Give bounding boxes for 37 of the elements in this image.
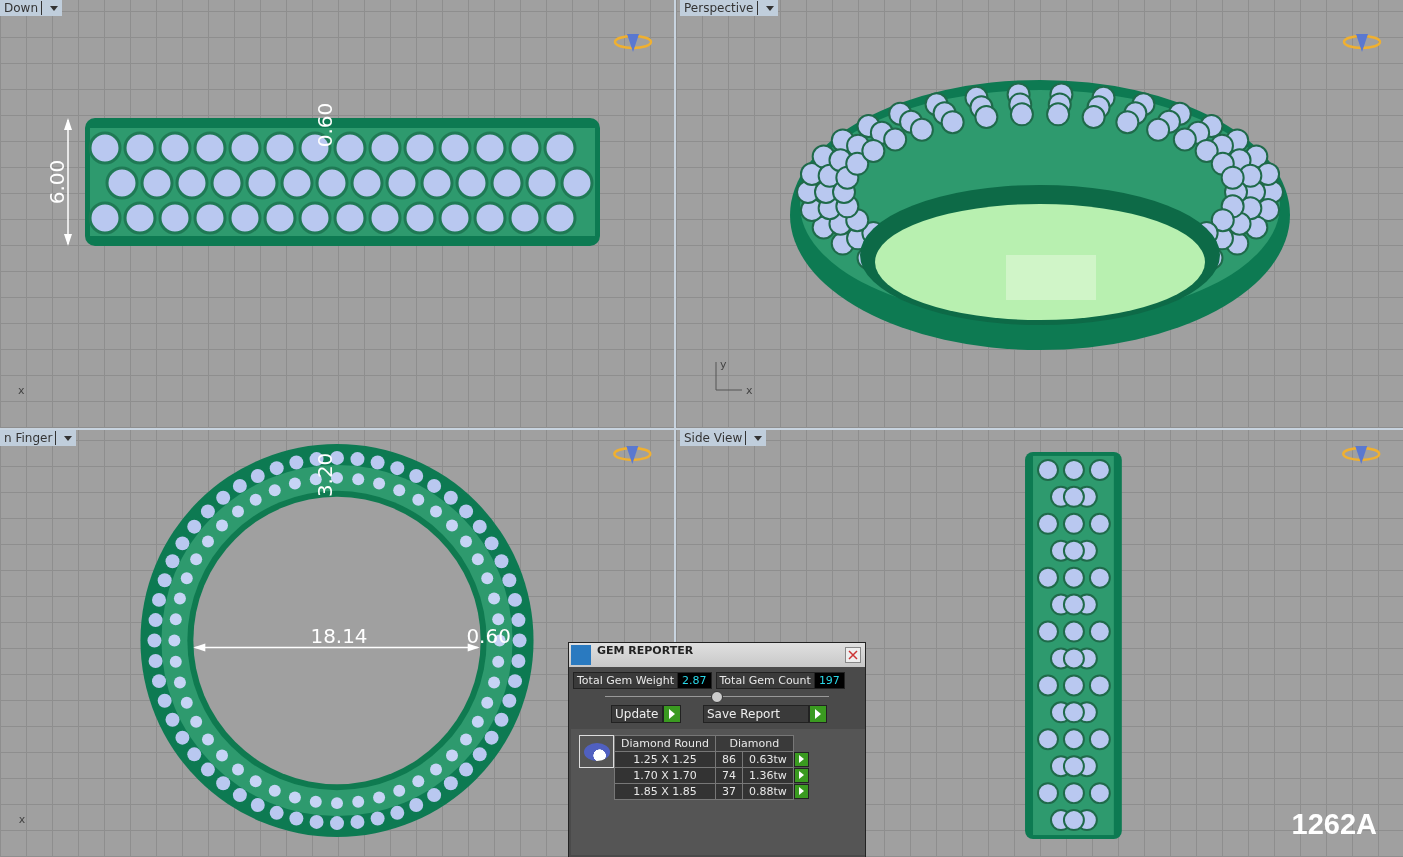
ring-icon	[1342, 445, 1381, 464]
axis-icon	[715, 361, 743, 391]
ring-icon	[1342, 34, 1382, 52]
stat-label: Total Gem Weight	[574, 673, 678, 688]
caret-icon[interactable]	[754, 435, 763, 441]
action-button[interactable]: Save Report	[703, 705, 809, 723]
dimension-label: 0.60	[313, 102, 337, 148]
action-button[interactable]: Update	[611, 705, 663, 723]
axis-label: x	[746, 384, 753, 397]
stat-label: Total Gem Count	[716, 673, 815, 688]
caret-icon[interactable]	[765, 5, 774, 11]
stat-value: 197	[814, 673, 844, 688]
column-header: Diamond	[715, 735, 794, 752]
gem-icon	[579, 735, 614, 768]
dimension-label: 3.20	[313, 452, 337, 498]
dimension-label: 6.00	[45, 159, 69, 205]
model-code: 1262A	[1291, 808, 1377, 841]
dimension-label: 0.60	[466, 624, 511, 649]
viewport-tab[interactable]: n Finger	[0, 430, 77, 446]
axis-label: x	[18, 813, 26, 827]
axis-label: y	[720, 358, 727, 371]
column-header: Diamond Round	[614, 735, 716, 752]
viewport-canvas[interactable]: Down 6.00 0.60 x	[0, 0, 674, 428]
close-button[interactable]	[845, 647, 861, 663]
play-icon[interactable]	[663, 705, 681, 723]
caret-icon[interactable]	[64, 435, 73, 441]
stat-value: 2.87	[678, 673, 711, 688]
viewport-tab[interactable]: Side View	[680, 430, 767, 446]
axis-label: x	[18, 384, 25, 397]
ring-icon	[613, 34, 653, 52]
caret-icon[interactable]	[50, 5, 58, 11]
ring-icon	[613, 445, 652, 464]
play-icon[interactable]	[809, 705, 827, 723]
viewport-tab[interactable]: Down	[0, 0, 62, 16]
dimension-label: 18.14	[310, 624, 368, 649]
viewport-canvas[interactable]: Perspective y x	[676, 0, 1403, 428]
viewport-tab[interactable]: Perspective	[680, 0, 778, 16]
